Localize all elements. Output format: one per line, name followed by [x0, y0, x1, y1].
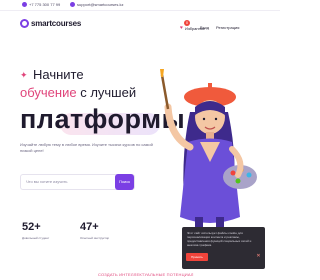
hero-title-line1: Начните — [33, 67, 84, 82]
stat-value: 52+ — [22, 221, 41, 233]
stat-label: Опытный инструктор — [80, 236, 110, 240]
stat-instructors: 47+ Опытный инструктор — [80, 221, 109, 240]
sparkle-icon: ✦ — [20, 70, 28, 80]
cookie-accept-button[interactable]: Принять — [186, 253, 208, 261]
cookie-banner: Этот сайт использует файлы cookie для пе… — [182, 227, 265, 269]
phone-icon — [22, 2, 27, 7]
mail-icon — [70, 2, 75, 7]
logo[interactable]: smartcourses — [20, 19, 81, 28]
search-input[interactable]: Что вы хотите изучить — [26, 179, 67, 184]
register-link[interactable]: Регистрация — [216, 25, 239, 30]
login-link[interactable]: Вход — [200, 25, 209, 30]
phone-contact[interactable]: +7 775 300 77 99 — [22, 2, 60, 7]
hero-title-line2: обучение с лучшей — [20, 85, 136, 100]
close-icon[interactable]: ✕ — [255, 253, 262, 260]
hero-title-highlight: обучение — [20, 85, 77, 100]
stat-value: 47+ — [80, 221, 99, 233]
search-button[interactable]: Поиск — [115, 174, 134, 190]
stat-label: Довольный студент — [22, 236, 50, 240]
logo-icon — [20, 19, 29, 28]
top-contact-bar: +7 775 300 77 99 support@smartcourses.kz — [0, 0, 280, 11]
phone-text: +7 775 300 77 99 — [29, 2, 61, 7]
logo-text: smartcourses — [31, 19, 82, 28]
bottom-cta-link[interactable]: СОЗДАТЬ ИНТЕЛЛЕКТУАЛЬНЫЕ ПОТЕНЦИАЛ — [98, 272, 194, 277]
hero-title-line2-rest: с лучшей — [80, 85, 137, 100]
email-contact[interactable]: support@smartcourses.kz — [70, 2, 124, 7]
cookie-text: Этот сайт использует файлы cookie для пе… — [187, 231, 252, 247]
site-header: smartcourses 0 ♥ Избранное Вход Регистра… — [0, 11, 280, 37]
stat-students: 52+ Довольный студент — [22, 221, 49, 240]
hero-description: Изучайте любую тему в любое время. Изучи… — [20, 142, 153, 153]
email-text: support@smartcourses.kz — [77, 2, 124, 7]
heart-icon: ♥ — [180, 25, 183, 31]
